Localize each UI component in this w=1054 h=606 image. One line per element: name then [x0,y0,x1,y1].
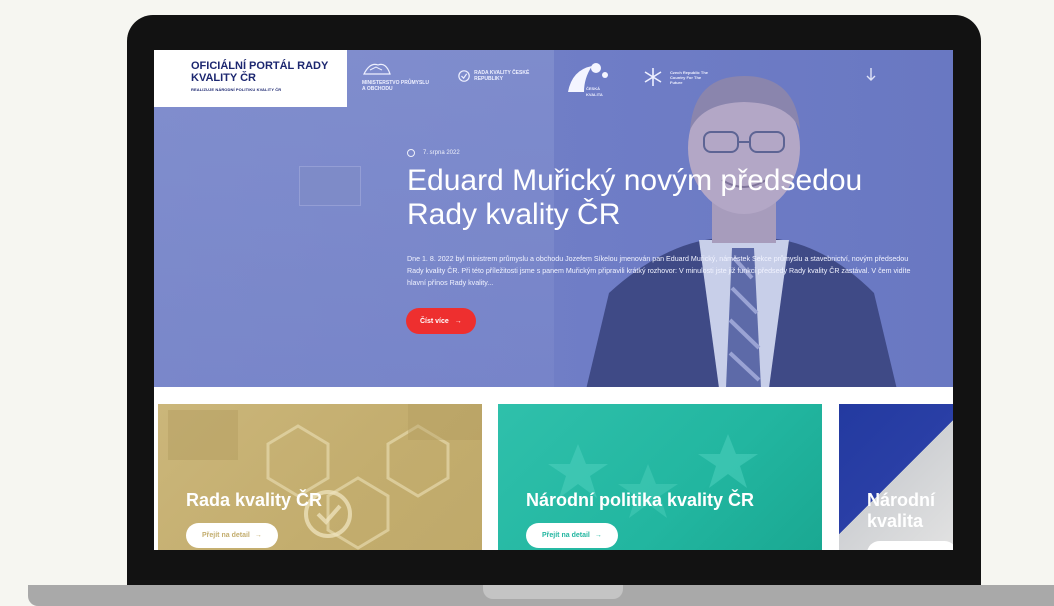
browser-screen: OFICIÁLNÍ PORTÁL RADY KVALITY ČR REALIZU… [154,50,953,550]
laptop-hinge-notch [483,585,623,599]
arrow-right-icon: → [254,532,262,539]
circle-emblem-icon [458,70,470,82]
article-date: 7. srpna 2022 [407,149,460,157]
hero-excerpt: Dne 1. 8. 2022 byl ministrem průmyslu a … [407,255,911,287]
card-narodni-politika[interactable]: Národní politika kvality ČR Přejít na de… [498,404,822,550]
card-detail-label: Přejít na detail [202,532,250,539]
partner-logo-mpo[interactable]: MINISTERSTVO PRŮMYSLU A OBCHODU [362,62,432,92]
card-detail-label: Přejít na detail [542,532,590,539]
card-detail-button[interactable] [867,541,953,550]
card-detail-button[interactable]: Přejít na detail → [526,523,618,548]
article-date-text: 7. srpna 2022 [423,150,460,156]
card-title: Národní kvalita [867,490,936,531]
logo-subtitle: REALIZUJE NÁRODNÍ POLITIKU KVALITY ČR [191,87,282,92]
arrow-right-icon: → [594,532,602,539]
partner-logo-ceska-kvalita[interactable]: ČESKÁ KVALITA [566,60,616,97]
partner-label: MINISTERSTVO PRŮMYSLU A OBCHODU [362,80,429,92]
clock-icon [407,149,415,157]
hero-title[interactable]: Eduard Muřický novým předsedou Rady kval… [407,164,877,232]
partner-logo-rada-kvality[interactable]: RADA KVALITY ČESKÉ REPUBLIKY [458,69,548,83]
star-burst-icon [644,68,662,86]
card-title: Národní politika kvality ČR [526,490,755,510]
partner-label: ČESKÁ KVALITA [586,86,603,97]
card-rada-kvality[interactable]: Rada kvality ČR Přejít na detail → [158,404,482,550]
arrow-right-icon: → [454,317,462,325]
site-logo[interactable]: OFICIÁLNÍ PORTÁL RADY KVALITY ČR REALIZU… [154,50,347,107]
read-more-label: Číst více [420,317,449,325]
wall-switch-panel [299,166,361,206]
card-detail-button[interactable]: Přejít na detail → [186,523,278,548]
partner-label: RADA KVALITY ČESKÉ REPUBLIKY [474,70,530,82]
hero-banner: OFICIÁLNÍ PORTÁL RADY KVALITY ČR REALIZU… [154,50,953,387]
lion-emblem-icon [363,63,391,75]
partner-label: Czech Republic The Country For The Futur… [670,69,709,85]
logo-title: OFICIÁLNÍ PORTÁL RADY KVALITY ČR [191,60,329,84]
partner-logo-czech-republic[interactable]: Czech Republic The Country For The Futur… [642,66,742,88]
scroll-indicator-icon [866,68,876,81]
read-more-button[interactable]: Číst více → [406,308,476,334]
card-narodni-kvalita[interactable]: Národní kvalita [839,404,953,550]
card-title: Rada kvality ČR [186,490,323,510]
